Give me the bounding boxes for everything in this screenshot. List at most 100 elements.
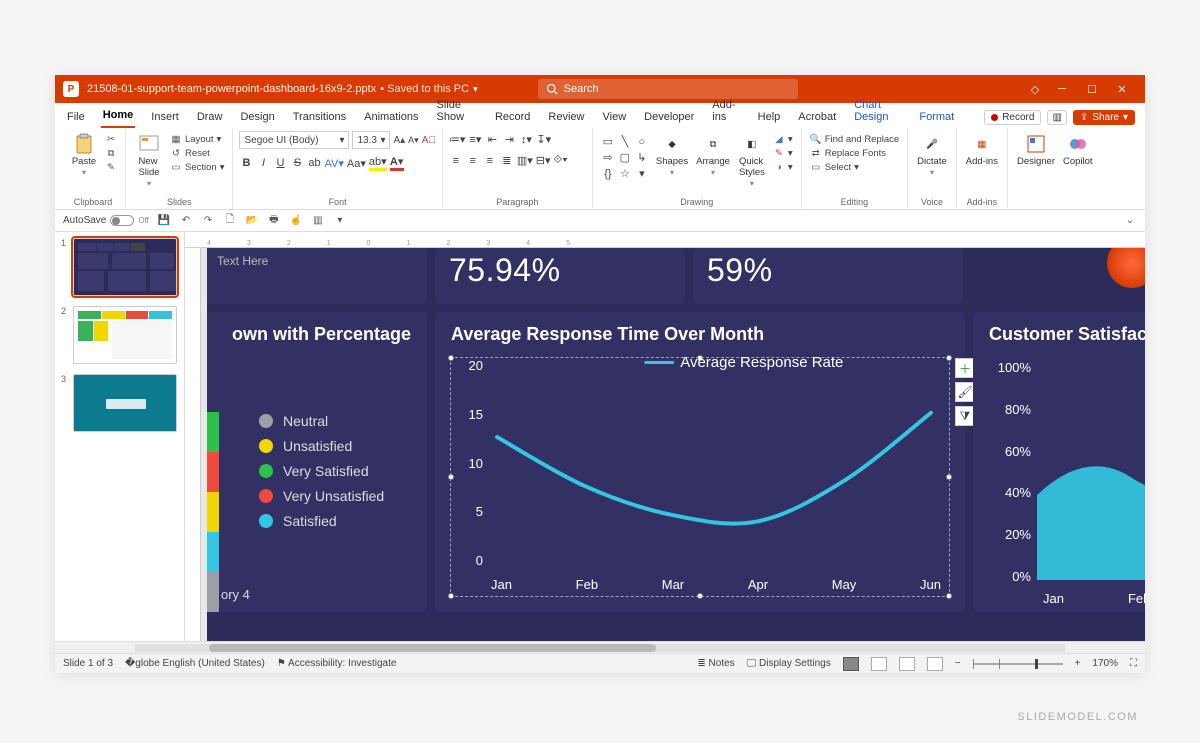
zoom-slider[interactable]: [973, 663, 1063, 665]
layout-button[interactable]: ▦Layout ▾: [170, 133, 224, 145]
align-left-button[interactable]: ≡: [449, 155, 463, 167]
indent-dec-button[interactable]: ⇤: [485, 133, 499, 146]
dictate-button[interactable]: 🎤Dictate▾: [914, 131, 950, 179]
section-button[interactable]: ▭Section ▾: [170, 161, 224, 173]
chart-filters-button[interactable]: ⧩: [955, 406, 975, 426]
tab-review[interactable]: Review: [546, 107, 586, 128]
chart-styles-button[interactable]: 🖌: [955, 382, 975, 402]
touch-icon[interactable]: ☝: [289, 214, 303, 228]
canvas[interactable]: Text Here 75.94% 59% own with Percentage: [201, 248, 1145, 641]
cut-button[interactable]: ✂: [105, 133, 117, 145]
chart-elements-button[interactable]: ＋: [955, 358, 975, 378]
close-button[interactable]: ✕: [1107, 83, 1137, 96]
notes-button[interactable]: ≣ Notes: [697, 658, 734, 669]
align-center-button[interactable]: ≡: [466, 155, 480, 167]
thumbnail-3[interactable]: 3: [61, 374, 178, 432]
tab-acrobat[interactable]: Acrobat: [796, 107, 838, 128]
new-slide-button[interactable]: New Slide▾: [132, 131, 166, 190]
accessibility-indicator[interactable]: ⚑ Accessibility: Investigate: [277, 658, 397, 669]
shapes-button[interactable]: ◆Shapes▾: [653, 131, 691, 179]
zoom-level[interactable]: 170%: [1092, 658, 1118, 669]
reading-view-button[interactable]: [899, 657, 915, 671]
tab-chart-design[interactable]: Chart Design: [852, 95, 903, 128]
shape-star-icon[interactable]: ☆: [618, 167, 632, 180]
align-right-button[interactable]: ≡: [483, 155, 497, 167]
columns-button[interactable]: ▥▾: [517, 154, 533, 167]
tab-file[interactable]: File: [65, 107, 87, 128]
shape-rect-icon[interactable]: ▢: [618, 151, 632, 164]
new-file-icon[interactable]: 🗋: [223, 214, 237, 228]
select-button[interactable]: ▭Select ▾: [810, 161, 899, 173]
tab-home[interactable]: Home: [101, 105, 136, 128]
quick-styles-button[interactable]: ◧Quick Styles▾: [735, 131, 769, 190]
open-icon[interactable]: 📂: [245, 214, 259, 228]
paste-button[interactable]: Paste▾: [67, 131, 101, 179]
bullets-button[interactable]: ≔▾: [449, 133, 466, 146]
tab-view[interactable]: View: [601, 107, 629, 128]
chart-response-time[interactable]: ＋ 🖌 ⧩ Average Response Rate 20151050: [451, 358, 949, 596]
bold-button[interactable]: B: [239, 157, 253, 169]
strike-button[interactable]: S: [290, 157, 304, 169]
find-button[interactable]: 🔍Find and Replace: [810, 133, 899, 145]
undo-icon[interactable]: ↶: [179, 214, 193, 228]
reset-button[interactable]: ↺Reset: [170, 147, 224, 159]
slideshow-view-button[interactable]: [927, 657, 943, 671]
thumbnail-1[interactable]: 1: [61, 238, 178, 296]
font-color-button[interactable]: A▾: [390, 155, 404, 171]
tab-animations[interactable]: Animations: [362, 107, 420, 128]
tab-addins[interactable]: Add-ins: [710, 95, 741, 128]
tab-slideshow[interactable]: Slide Show: [435, 95, 479, 128]
shape-fill-button[interactable]: ◢▾: [773, 133, 793, 145]
underline-button[interactable]: U: [273, 157, 287, 169]
shadow-button[interactable]: ab: [307, 157, 321, 169]
replace-button[interactable]: ⇄Replace Fonts: [810, 147, 899, 159]
collapse-ribbon-icon[interactable]: ⌄: [1123, 214, 1137, 228]
autosave-toggle[interactable]: AutoSave Off: [63, 215, 149, 226]
maximize-button[interactable]: ☐: [1077, 83, 1107, 96]
language-indicator[interactable]: �globe English (United States): [125, 658, 265, 669]
redo-icon[interactable]: ↷: [201, 214, 215, 228]
tab-record[interactable]: Record: [493, 107, 532, 128]
tab-draw[interactable]: Draw: [195, 107, 225, 128]
shape-line-icon[interactable]: ╲: [618, 135, 632, 148]
shape-outline-button[interactable]: ✎▾: [773, 147, 793, 159]
char-spacing-button[interactable]: AV▾: [324, 157, 343, 170]
smartart-button[interactable]: ⟐▾: [554, 154, 568, 167]
tab-format[interactable]: Format: [917, 107, 956, 128]
shape-arrow-icon[interactable]: ⇨: [601, 151, 615, 164]
normal-view-button[interactable]: [843, 657, 859, 671]
minimize-button[interactable]: ─: [1047, 83, 1077, 95]
search-input[interactable]: Search: [538, 79, 798, 99]
numbering-button[interactable]: ≡▾: [468, 133, 482, 146]
shape-connector-icon[interactable]: ↳: [635, 151, 649, 164]
record-button[interactable]: Record: [984, 110, 1041, 125]
from-beginning-icon[interactable]: ▥: [311, 214, 325, 228]
italic-button[interactable]: I: [256, 157, 270, 169]
font-size-select[interactable]: 13.3▾: [352, 131, 390, 149]
tab-insert[interactable]: Insert: [149, 107, 181, 128]
tab-design[interactable]: Design: [238, 107, 276, 128]
font-family-select[interactable]: Segoe UI (Body)▾: [239, 131, 349, 149]
addins-button[interactable]: ▦Add-ins: [963, 131, 1001, 169]
shape-more-icon[interactable]: ▾: [635, 167, 649, 180]
shape-textbox-icon[interactable]: ▭: [601, 135, 615, 148]
zoom-in-button[interactable]: +: [1075, 658, 1081, 669]
slide[interactable]: Text Here 75.94% 59% own with Percentage: [207, 248, 1145, 641]
lightbulb-icon[interactable]: ◇: [1023, 83, 1047, 96]
grow-font-button[interactable]: A▴: [393, 135, 405, 146]
sorter-view-button[interactable]: [871, 657, 887, 671]
arrange-button[interactable]: ⧉Arrange▾: [693, 131, 733, 179]
present-dropdown[interactable]: ▥: [1047, 110, 1066, 125]
tab-transitions[interactable]: Transitions: [291, 107, 348, 128]
quickprint-icon[interactable]: 🖶: [267, 214, 281, 228]
designer-button[interactable]: Designer: [1014, 131, 1058, 169]
more-qat-icon[interactable]: ▾: [333, 214, 347, 228]
shape-oval-icon[interactable]: ○: [635, 136, 649, 148]
chevron-down-icon[interactable]: ▾: [473, 84, 478, 95]
horizontal-scrollbar[interactable]: [55, 641, 1145, 653]
tab-developer[interactable]: Developer: [642, 107, 696, 128]
text-direction-button[interactable]: ↧▾: [536, 133, 551, 146]
shape-effects-button[interactable]: ◑▾: [773, 161, 793, 173]
fit-button[interactable]: ⛶: [1130, 658, 1137, 669]
format-painter-button[interactable]: ✎: [105, 161, 117, 173]
